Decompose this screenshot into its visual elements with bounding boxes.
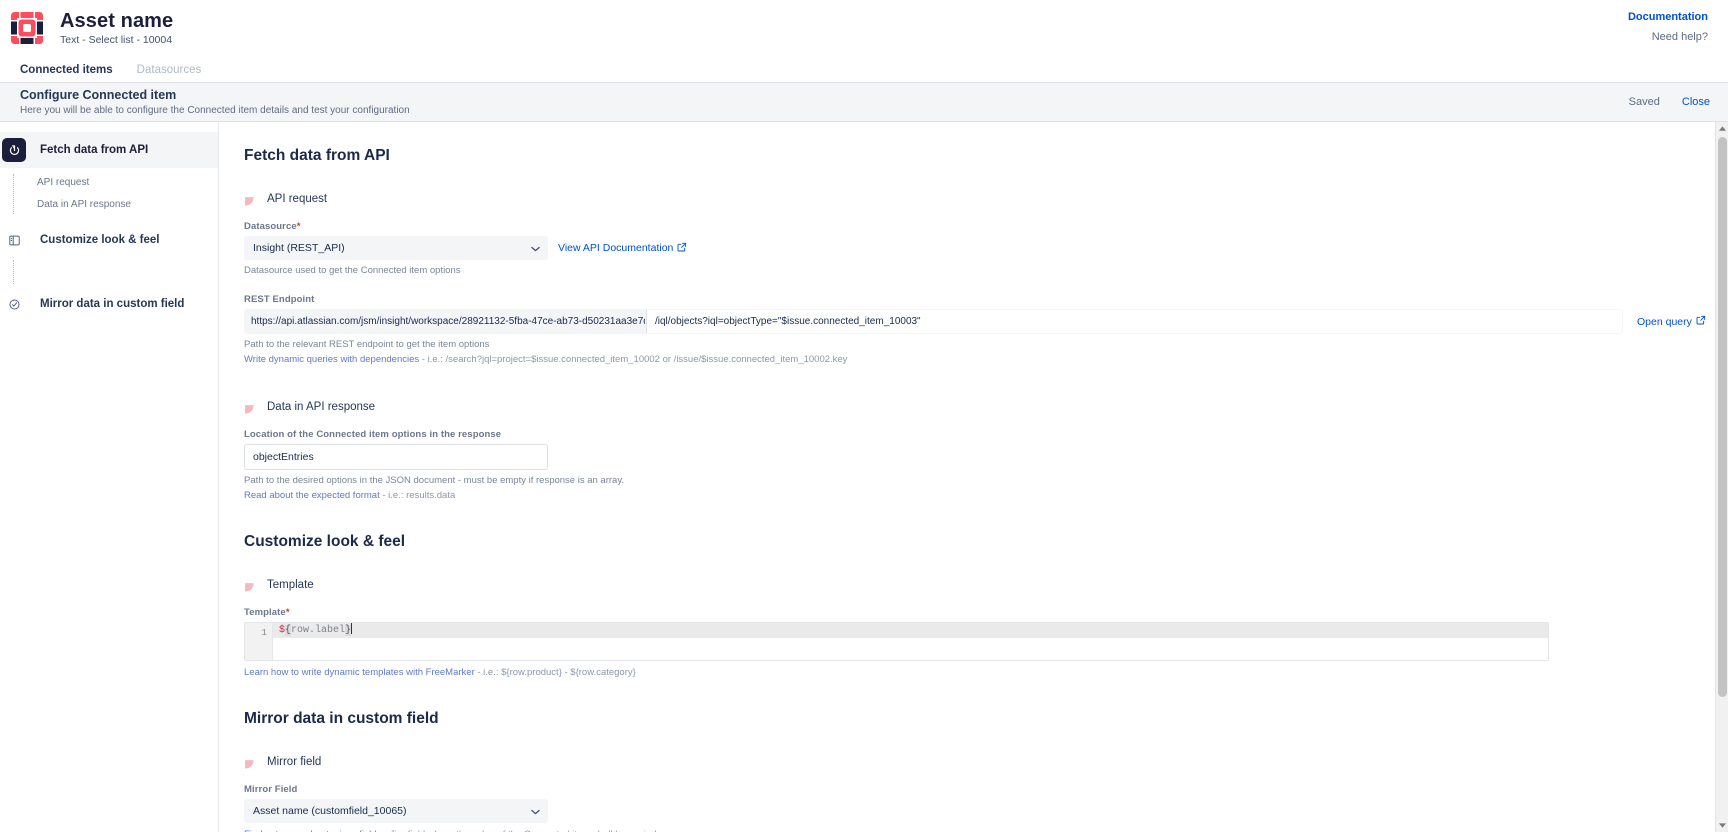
subsection-label: Data in API response bbox=[267, 401, 375, 413]
sidebar-item-customize-look-and-feel[interactable]: Customize look & feel bbox=[0, 222, 218, 258]
flag-marker-icon bbox=[244, 402, 255, 413]
external-link-icon bbox=[1696, 315, 1706, 328]
subsection-mirror-field: Mirror field bbox=[244, 756, 1728, 768]
configure-actions: Saved Close bbox=[1629, 96, 1710, 108]
mirror-field-hint: Find out more about mirror fields - Jira… bbox=[244, 828, 1728, 832]
sidebar-item-label: Mirror data in custom field bbox=[40, 298, 184, 310]
text-caret bbox=[351, 623, 352, 634]
location-hint: Path to the desired options in the JSON … bbox=[244, 474, 1728, 487]
sidebar: Fetch data from API API request Data in … bbox=[0, 122, 219, 832]
rest-endpoint-base: https://api.atlassian.com/jsm/insight/wo… bbox=[244, 309, 646, 334]
sidebar-item-fetch-data-from-api[interactable]: Fetch data from API bbox=[0, 132, 218, 168]
expected-format-suffix: - i.e.: results.data bbox=[380, 490, 456, 501]
rest-endpoint-hint: Path to the relevant REST endpoint to ge… bbox=[244, 338, 1728, 351]
freemarker-suffix: - i.e.: ${row.product} - ${row.category} bbox=[475, 667, 636, 678]
brand: Asset name Text - Select list - 10004 bbox=[8, 9, 173, 47]
rest-endpoint-label: REST Endpoint bbox=[244, 294, 1728, 306]
page-title: Asset name bbox=[60, 10, 173, 32]
sidebar-connector bbox=[13, 258, 218, 286]
section-title-fetch-data: Fetch data from API bbox=[244, 146, 1728, 166]
documentation-link[interactable]: Documentation bbox=[1628, 9, 1708, 25]
expected-format-hint: Read about the expected format - i.e.: r… bbox=[244, 489, 1728, 502]
subsection-label: Template bbox=[267, 579, 314, 591]
top-bar-links: Documentation Need help? bbox=[1628, 9, 1710, 46]
tab-bar: Connected items Datasources bbox=[0, 55, 1728, 83]
subsection-api-request: API request bbox=[244, 193, 1728, 205]
refresh-icon bbox=[2, 138, 26, 162]
scroll-up-icon[interactable] bbox=[1716, 122, 1728, 135]
sidebar-item-label: Fetch data from API bbox=[40, 144, 148, 156]
scrollbar-thumb[interactable] bbox=[1718, 137, 1727, 697]
mirror-field-label: Mirror Field bbox=[244, 784, 1728, 796]
sidebar-subitem-api-request[interactable]: API request bbox=[13, 172, 218, 194]
flag-marker-icon bbox=[244, 194, 255, 205]
datasource-label: Datasource* bbox=[244, 221, 1728, 233]
code-line-1: ${row.label} bbox=[273, 623, 1548, 638]
freemarker-link[interactable]: Learn how to write dynamic templates wit… bbox=[244, 667, 475, 678]
external-link-icon bbox=[677, 242, 687, 255]
tab-connected-items[interactable]: Connected items bbox=[20, 64, 113, 82]
sidebar-item-label: Customize look & feel bbox=[40, 234, 160, 246]
required-asterisk: * bbox=[286, 607, 290, 618]
mirror-field-select-wrap: Asset name (customfield_10065) bbox=[244, 799, 548, 823]
layout-icon bbox=[2, 228, 26, 252]
flag-marker-icon bbox=[244, 580, 255, 591]
configure-header: Configure Connected item Here you will b… bbox=[0, 83, 1728, 122]
template-code-editor[interactable]: 1 ${row.label} bbox=[244, 622, 1549, 661]
close-button[interactable]: Close bbox=[1682, 96, 1710, 108]
top-bar: Asset name Text - Select list - 10004 Do… bbox=[0, 0, 1728, 55]
datasource-hint: Datasource used to get the Connected ite… bbox=[244, 264, 1728, 277]
content-scrollbar[interactable] bbox=[1715, 122, 1728, 832]
dynamic-queries-suffix: - i.e.: /search?jql=project=$issue.conne… bbox=[419, 354, 847, 365]
app-root: Asset name Text - Select list - 10004 Do… bbox=[0, 0, 1728, 832]
sidebar-subitem-data-in-api-response[interactable]: Data in API response bbox=[13, 194, 218, 216]
section-title-mirror: Mirror data in custom field bbox=[244, 709, 1728, 729]
editor-code-area[interactable]: ${row.label} bbox=[273, 623, 1548, 660]
brand-text: Asset name Text - Select list - 10004 bbox=[60, 10, 173, 46]
code-empty-area[interactable] bbox=[273, 638, 1548, 660]
body: Fetch data from API API request Data in … bbox=[0, 122, 1728, 832]
section-title-customize: Customize look & feel bbox=[244, 532, 1728, 552]
sidebar-item-mirror-data-in-custom-field[interactable]: Mirror data in custom field bbox=[0, 286, 218, 322]
rest-endpoint-path-input[interactable]: /iql/objects?iql=objectType="$issue.conn… bbox=[646, 309, 1623, 334]
view-api-documentation-link[interactable]: View API Documentation bbox=[558, 242, 687, 255]
datasource-row: Insight (REST_API) View API Documentatio… bbox=[244, 236, 1728, 260]
dynamic-queries-hint: Write dynamic queries with dependencies … bbox=[244, 353, 1728, 366]
template-label: Template* bbox=[244, 607, 1728, 619]
location-input[interactable] bbox=[244, 444, 548, 470]
required-asterisk: * bbox=[297, 221, 301, 232]
open-query-link[interactable]: Open query bbox=[1637, 315, 1706, 328]
location-label: Location of the Connected item options i… bbox=[244, 429, 1728, 441]
code-token-identifier: row.label bbox=[291, 625, 345, 636]
datasource-select[interactable]: Insight (REST_API) bbox=[244, 236, 548, 260]
mirror-field-select[interactable]: Asset name (customfield_10065) bbox=[244, 799, 548, 823]
line-number: 1 bbox=[245, 625, 267, 640]
subsection-label: API request bbox=[267, 193, 327, 205]
subsection-data-in-api-response: Data in API response bbox=[244, 401, 1728, 413]
rest-endpoint-inputs: https://api.atlassian.com/jsm/insight/wo… bbox=[244, 309, 1623, 334]
open-query-label: Open query bbox=[1637, 316, 1692, 328]
scan-frame-logo-icon bbox=[8, 9, 46, 47]
need-help-link[interactable]: Need help? bbox=[1628, 28, 1708, 46]
dynamic-queries-link[interactable]: Write dynamic queries with dependencies bbox=[244, 354, 419, 365]
sidebar-subnav: API request Data in API response bbox=[0, 172, 218, 216]
subsection-label: Mirror field bbox=[267, 756, 321, 768]
page-subtitle: Text - Select list - 10004 bbox=[60, 34, 173, 46]
expected-format-link[interactable]: Read about the expected format bbox=[244, 490, 380, 501]
freemarker-hint: Learn how to write dynamic templates wit… bbox=[244, 666, 1728, 679]
rest-endpoint-row: https://api.atlassian.com/jsm/insight/wo… bbox=[244, 309, 1728, 334]
editor-gutter: 1 bbox=[245, 623, 273, 660]
configuration-content: Fetch data from API API request Datasour… bbox=[219, 122, 1728, 832]
datasource-select-wrap: Insight (REST_API) bbox=[244, 236, 548, 260]
view-api-documentation-label: View API Documentation bbox=[558, 242, 673, 254]
subsection-template: Template bbox=[244, 579, 1728, 591]
saved-status: Saved bbox=[1629, 96, 1660, 108]
scroll-down-icon[interactable] bbox=[1716, 819, 1728, 832]
flag-marker-icon bbox=[244, 757, 255, 768]
configure-title: Configure Connected item bbox=[20, 88, 410, 103]
clock-check-icon bbox=[2, 292, 26, 316]
configure-description: Here you will be able to configure the C… bbox=[20, 104, 410, 117]
tab-datasources[interactable]: Datasources bbox=[137, 64, 202, 82]
